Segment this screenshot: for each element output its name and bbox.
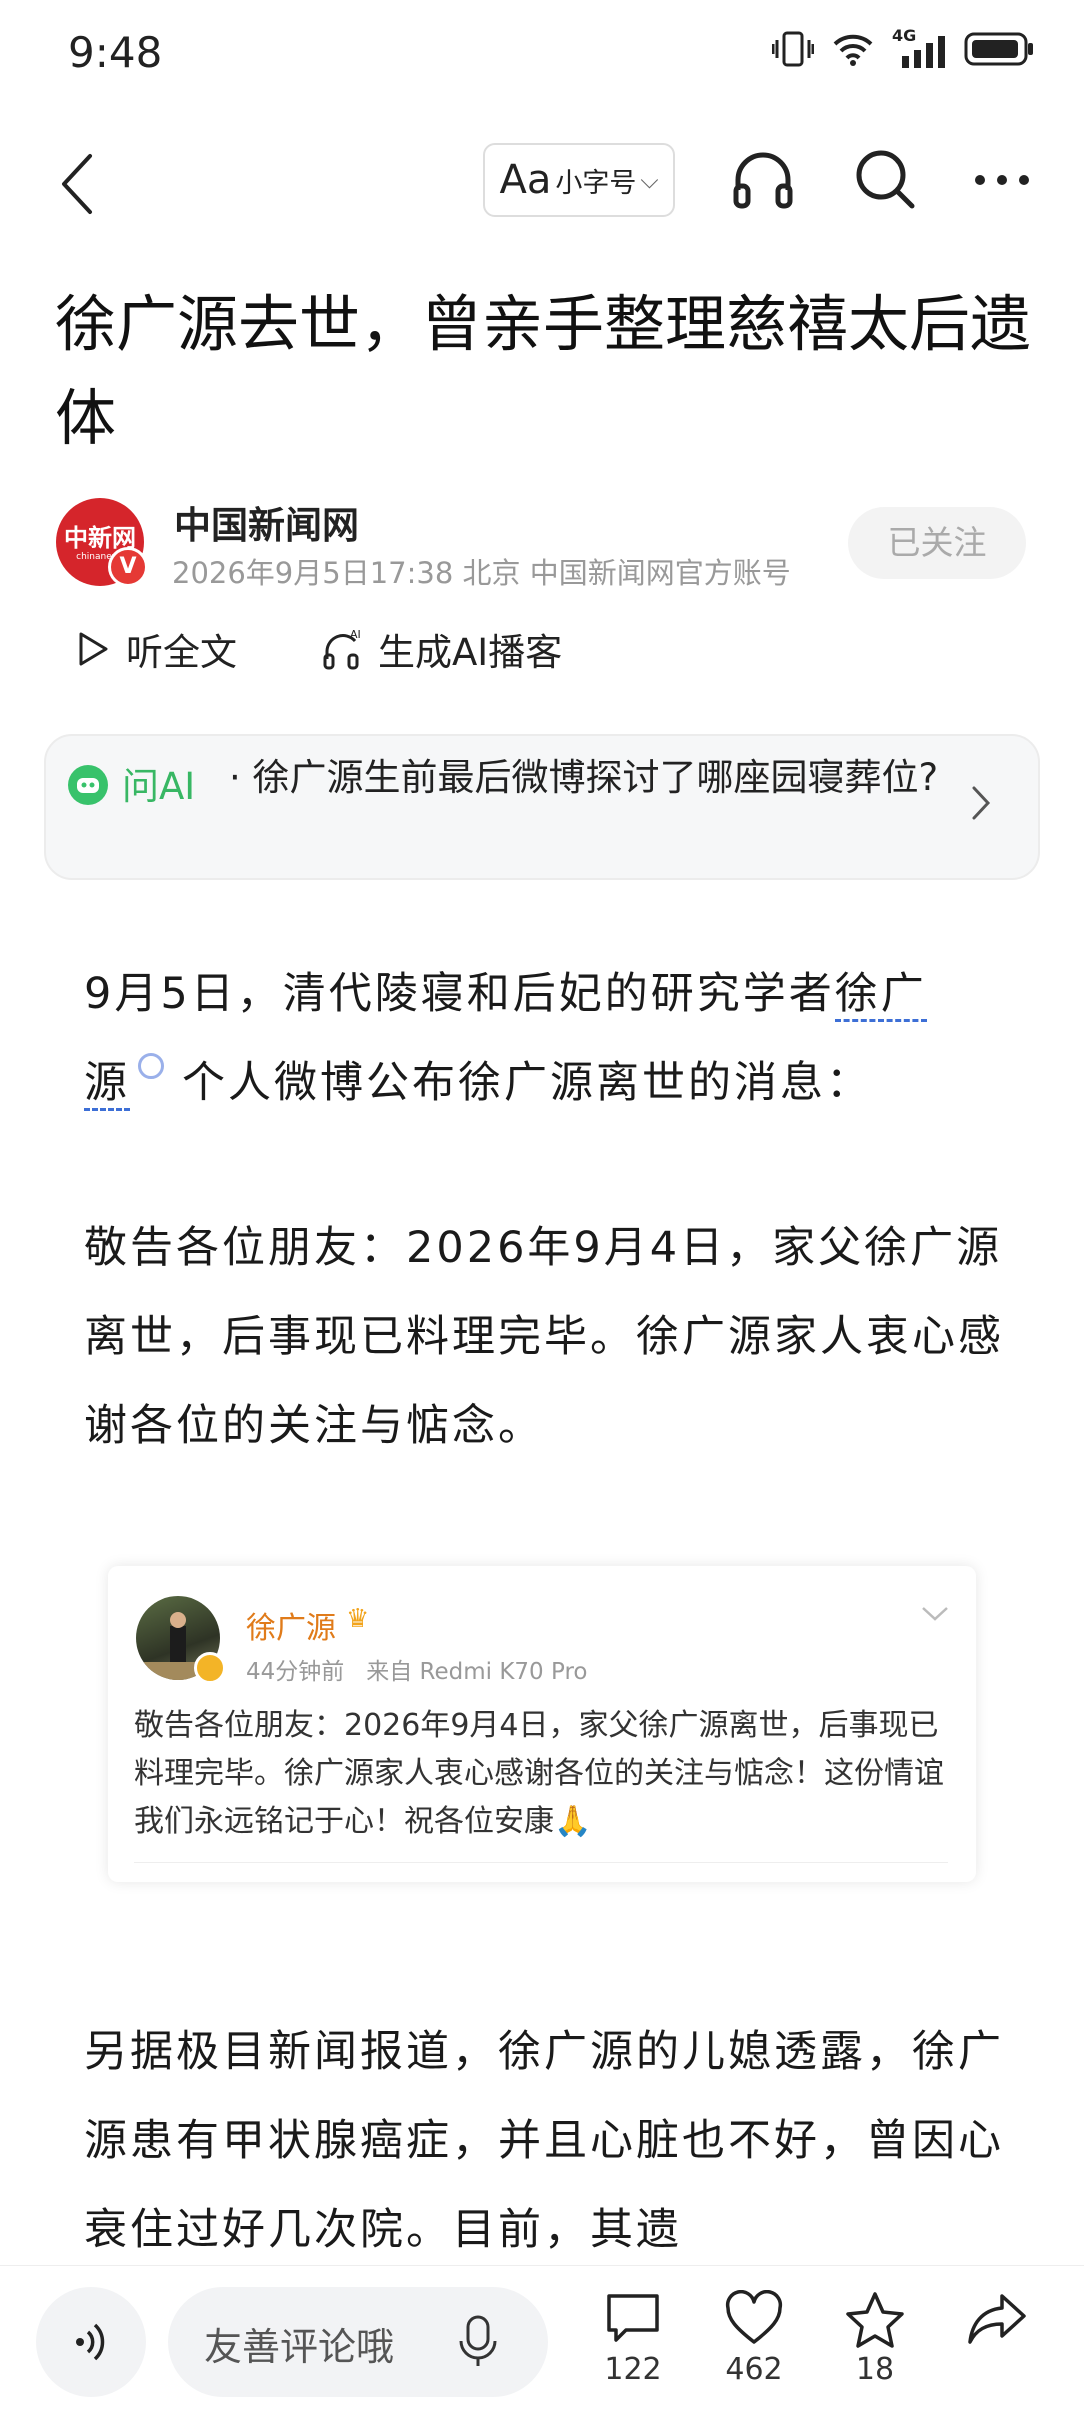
vibrate-icon xyxy=(772,31,814,67)
cell-signal-icon: 4G xyxy=(892,26,946,68)
speaker-wave-icon xyxy=(76,2323,105,2361)
comment-button[interactable] xyxy=(604,2290,662,2352)
comment-count: 122 xyxy=(604,2352,662,2387)
heart-icon xyxy=(725,2289,783,2344)
font-size-label: 小字号 xyxy=(555,167,637,199)
back-button[interactable] xyxy=(58,152,98,220)
paragraph-1: 9月5日，清代陵寝和后妃的研究学者徐广源个人微博公布徐广源离世的消息： xyxy=(84,950,1014,1128)
article-meta: 2026年9月5日17:38 北京 中国新闻网官方账号 xyxy=(172,556,791,590)
status-time: 9:48 xyxy=(68,28,163,77)
follow-button[interactable]: 已关注 xyxy=(848,507,1026,579)
ai-assistant-icon xyxy=(68,765,108,805)
more-button[interactable] xyxy=(972,160,1032,204)
svg-text:AI: AI xyxy=(350,628,361,641)
paragraph-3: 另据极目新闻报道，徐广源的儿媳透露，徐广源患有甲状腺癌症，并且心脏也不好，曾因心… xyxy=(84,2027,1004,2255)
search-button[interactable] xyxy=(852,146,918,216)
post-author-name: 徐广源 xyxy=(246,1611,336,1646)
crown-icon: ♛ xyxy=(346,1604,370,1634)
ai-podcast-icon: AI xyxy=(323,628,361,670)
back-arrow-icon xyxy=(62,154,92,214)
post-verified-icon xyxy=(194,1652,226,1684)
person-link[interactable]: 徐广 xyxy=(834,969,927,1022)
post-meta: 44分钟前 来自 Redmi K70 Pro xyxy=(246,1659,588,1685)
chevron-down-icon xyxy=(920,1604,950,1628)
post-text: 敬告各位朋友：2026年9月4日，家父徐广源离世，后事现已料理完毕。徐广源家人衷… xyxy=(134,1708,944,1839)
headphones-icon xyxy=(733,152,793,209)
listen-button[interactable] xyxy=(730,146,796,216)
comment-icon xyxy=(607,2294,659,2342)
favorite-count: 18 xyxy=(855,2352,895,2387)
share-icon xyxy=(968,2294,1026,2344)
like-button[interactable] xyxy=(724,2289,784,2352)
microphone-icon[interactable] xyxy=(455,2314,501,2374)
play-icon xyxy=(79,632,108,666)
paragraph-2: 敬告各位朋友：2026年9月4日，家父徐广源离世，后事现已料理完毕。徐广源家人衷… xyxy=(84,1223,1004,1451)
listen-full-button[interactable]: 听全文 xyxy=(76,622,237,676)
status-icons: 4G xyxy=(772,26,1034,68)
listen-label: 听全文 xyxy=(126,631,237,674)
comment-placeholder: 友善评论哦 xyxy=(204,2325,395,2369)
ask-ai-question: · 徐广源生前最后微博探讨了哪座园寝葬位? xyxy=(229,756,939,799)
verified-badge-icon: V xyxy=(108,547,148,587)
favorite-button[interactable] xyxy=(844,2290,906,2354)
read-aloud-button[interactable] xyxy=(36,2287,146,2397)
font-aa-icon: Aa xyxy=(499,157,552,203)
search-icon xyxy=(856,150,915,209)
like-count: 462 xyxy=(725,2352,783,2387)
article-title: 徐广源去世，曾亲手整理慈禧太后遗体 xyxy=(55,289,1032,454)
battery-icon xyxy=(964,32,1033,66)
star-icon xyxy=(846,2292,904,2348)
link-marker-icon xyxy=(138,1053,164,1079)
font-size-button[interactable]: Aa 小字号 ⌵ xyxy=(483,143,675,217)
ai-podcast-button[interactable]: AI 生成AI播客 xyxy=(322,622,562,676)
wifi-icon xyxy=(833,34,873,66)
chevron-down-icon: ⌵ xyxy=(640,166,659,194)
source-name[interactable]: 中国新闻网 xyxy=(174,495,359,549)
more-dots-icon xyxy=(975,175,1029,185)
chevron-right-icon xyxy=(970,784,992,826)
podcast-label: 生成AI播客 xyxy=(378,631,563,674)
person-link-continued[interactable]: 源 xyxy=(84,1058,130,1111)
post-divider xyxy=(134,1862,948,1863)
share-button[interactable] xyxy=(966,2290,1028,2352)
